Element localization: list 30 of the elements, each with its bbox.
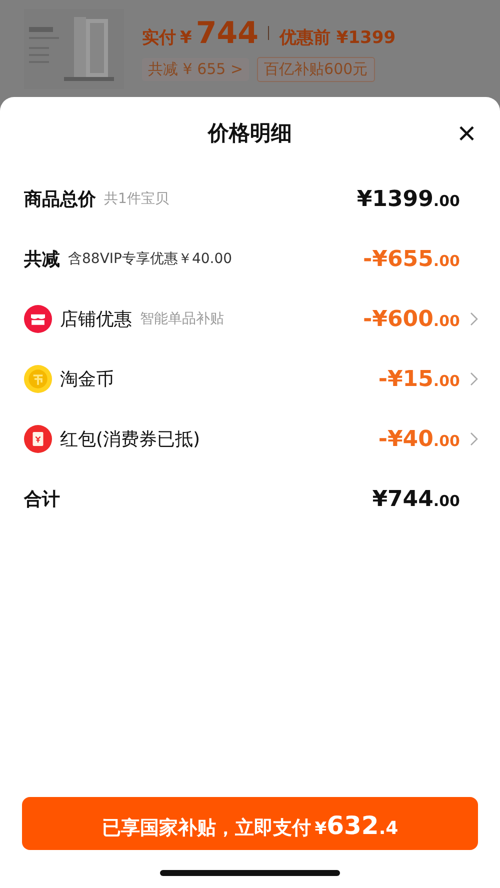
row-price: -¥40.00 (378, 426, 460, 452)
row-note: 含88VIP专享优惠￥40.00 (68, 250, 232, 268)
chevron-right-icon[interactable] (470, 432, 478, 446)
row-label: 商品总价 (24, 188, 96, 211)
reduction-chip[interactable]: 共减 ¥ 655 > (142, 58, 250, 80)
row-price: -¥600.00 (363, 306, 460, 332)
row-label: 店铺优惠 (60, 308, 132, 331)
row-label: 红包(消费券已抵) (60, 428, 200, 451)
row-price: -¥15.00 (378, 366, 460, 392)
row-note: 共1件宝贝 (104, 190, 169, 208)
store-icon (24, 305, 52, 333)
chevron-right-icon[interactable] (470, 312, 478, 326)
row-label: 淘金币 (60, 368, 114, 391)
close-button[interactable]: × (453, 119, 480, 147)
coin-icon (24, 365, 52, 393)
subsidy-chip: 百亿补贴600元 (257, 56, 375, 82)
row-label: 合计 (24, 488, 60, 511)
row-label: 共减 (24, 248, 60, 271)
original-price: 优惠前 ¥1399 (279, 26, 396, 48)
row-note: 智能单品补贴 (140, 310, 224, 328)
chevron-right-icon[interactable] (470, 372, 478, 386)
row-price: ¥1399.00 (356, 186, 460, 212)
envelope-icon (24, 425, 52, 453)
paid-label: 实付 (142, 26, 176, 48)
row-price: ¥744.00 (372, 486, 460, 512)
paid-amount: 744 (196, 16, 258, 50)
paid-currency: ¥ (180, 28, 192, 48)
pay-button[interactable]: 已享国家补贴，立即支付 ¥632.4 (22, 797, 478, 850)
row-price: -¥655.00 (363, 246, 460, 272)
sheet-title: 价格明细 (208, 120, 292, 147)
